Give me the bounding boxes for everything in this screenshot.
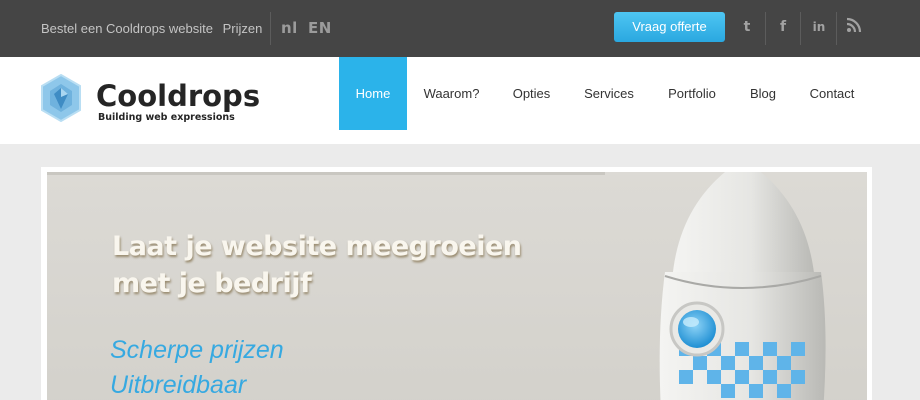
logo[interactable]: Cooldrops Building web expressions: [40, 73, 260, 129]
order-website-link[interactable]: Bestel een Cooldrops website: [41, 21, 213, 36]
hero-banner: Laat je website meegroeien met je bedrij…: [47, 172, 867, 400]
divider: [800, 12, 801, 45]
hero-headline: Laat je website meegroeien met je bedrij…: [112, 228, 542, 302]
top-bar: Bestel een Cooldrops website Prijzen nl …: [0, 0, 920, 57]
lang-en-link[interactable]: EN: [308, 19, 332, 37]
logo-hexagon-icon: [41, 74, 81, 122]
hero-feature-2: Uitbreidbaar: [110, 371, 247, 399]
site-header: Cooldrops Building web expressions Home …: [0, 57, 920, 144]
hero-headline-line-1: Laat je website meegroeien: [112, 231, 522, 262]
nav-item-services[interactable]: Services: [575, 57, 643, 130]
linkedin-icon[interactable]: in: [808, 17, 830, 37]
divider: [47, 172, 605, 175]
rocket-illustration: [659, 172, 826, 400]
divider: [270, 12, 271, 45]
prices-link[interactable]: Prijzen: [223, 21, 263, 36]
nav-item-waarom[interactable]: Waarom?: [415, 57, 488, 130]
nav-item-opties[interactable]: Opties: [500, 57, 563, 130]
brand-name: Cooldrops: [96, 79, 261, 113]
divider: [836, 12, 837, 45]
nav-item-home[interactable]: Home: [339, 57, 407, 130]
brand-tagline: Building web expressions: [98, 112, 235, 123]
nav-item-contact[interactable]: Contact: [800, 57, 864, 130]
nav-item-blog[interactable]: Blog: [740, 57, 786, 130]
facebook-icon[interactable]: f: [772, 17, 794, 37]
lang-nl-link[interactable]: nl: [281, 19, 298, 37]
hero-feature-1: Scherpe prijzen: [110, 336, 284, 364]
rss-icon[interactable]: [843, 17, 865, 37]
hero-headline-line-2: met je bedrijf: [112, 268, 312, 299]
divider: [765, 12, 766, 45]
top-links: Bestel een Cooldrops website Prijzen: [41, 21, 268, 36]
request-quote-button[interactable]: Vraag offerte: [614, 12, 725, 42]
nav-item-portfolio[interactable]: Portfolio: [656, 57, 728, 130]
twitter-icon[interactable]: t: [736, 17, 758, 37]
